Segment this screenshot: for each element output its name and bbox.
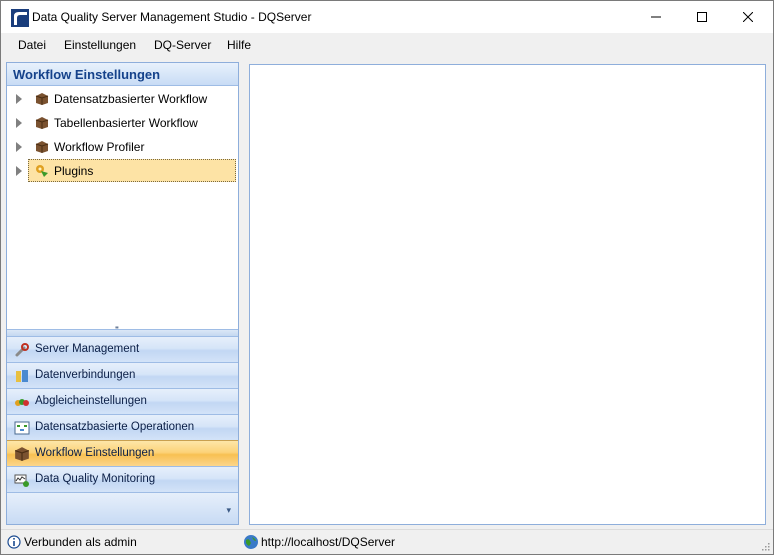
title-bar: Data Quality Server Management Studio - … bbox=[1, 1, 773, 33]
package-icon bbox=[35, 117, 49, 129]
wrench-icon bbox=[15, 343, 29, 357]
navigation-panel: Workflow Einstellungen Datensatzbasierte… bbox=[6, 62, 239, 525]
splitter-grip-icon: '''' bbox=[115, 325, 119, 335]
nav-data-quality-monitoring[interactable]: Data Quality Monitoring bbox=[7, 466, 238, 492]
minimize-button[interactable] bbox=[633, 1, 679, 33]
maximize-button[interactable] bbox=[679, 1, 725, 33]
operations-icon bbox=[14, 421, 30, 435]
nav-datensatzbasierte-operationen[interactable]: Datensatzbasierte Operationen bbox=[7, 414, 238, 440]
workflow-tree: Datensatzbasierter Workflow Tabellenbasi… bbox=[7, 87, 238, 329]
nav-server-management[interactable]: Server Management bbox=[7, 336, 238, 362]
globe-icon bbox=[244, 535, 258, 549]
compare-icon bbox=[15, 399, 29, 406]
menu-dq-server[interactable]: DQ-Server bbox=[154, 38, 211, 52]
expand-arrow-icon[interactable] bbox=[16, 166, 22, 176]
nav-workflow-einstellungen[interactable]: Workflow Einstellungen bbox=[7, 440, 238, 466]
menu-hilfe[interactable]: Hilfe bbox=[227, 38, 251, 52]
minimize-icon bbox=[651, 16, 661, 18]
expand-arrow-icon[interactable] bbox=[16, 142, 22, 152]
tree-item-label: Workflow Profiler bbox=[54, 140, 145, 154]
app-logo-icon bbox=[11, 9, 29, 27]
tree-item-label: Plugins bbox=[54, 164, 94, 178]
menu-datei[interactable]: Datei bbox=[18, 38, 46, 52]
main-content-area bbox=[249, 64, 766, 525]
nav-label: Server Management bbox=[35, 343, 140, 355]
tree-item-plugins[interactable]: Plugins bbox=[7, 159, 238, 183]
expand-arrow-icon[interactable] bbox=[16, 94, 22, 104]
nav-label: Datensatzbasierte Operationen bbox=[35, 421, 195, 433]
nav-label: Datenverbindungen bbox=[35, 369, 136, 381]
status-bar: Verbunden als admin http://localhost/DQS… bbox=[1, 529, 773, 554]
maximize-icon bbox=[697, 12, 707, 22]
expand-arrow-icon[interactable] bbox=[16, 118, 22, 128]
nav-label: Workflow Einstellungen bbox=[35, 447, 155, 459]
tree-item-label: Tabellenbasierter Workflow bbox=[54, 116, 198, 130]
package-icon bbox=[35, 141, 49, 153]
server-url: http://localhost/DQServer bbox=[261, 535, 396, 549]
plugins-icon bbox=[36, 165, 48, 177]
tree-item-label: Datensatzbasierter Workflow bbox=[54, 92, 208, 106]
nav-label: Abgleicheinstellungen bbox=[35, 395, 147, 407]
tree-item-tabellenbasierter-workflow[interactable]: Tabellenbasierter Workflow bbox=[7, 111, 238, 135]
chevron-down-icon[interactable]: ▾ bbox=[226, 505, 231, 516]
close-icon bbox=[743, 12, 753, 22]
database-icon bbox=[16, 370, 28, 382]
menu-einstellungen[interactable]: Einstellungen bbox=[64, 38, 136, 52]
nav-overflow-bar[interactable]: ▾ bbox=[7, 492, 238, 524]
panel-splitter[interactable]: '''' bbox=[7, 325, 238, 336]
menu-bar: Datei Einstellungen DQ-Server Hilfe bbox=[1, 33, 773, 58]
panel-title: Workflow Einstellungen bbox=[13, 67, 161, 82]
nav-datenverbindungen[interactable]: Datenverbindungen bbox=[7, 362, 238, 388]
close-button[interactable] bbox=[725, 1, 771, 33]
window-title: Data Quality Server Management Studio - … bbox=[32, 10, 312, 24]
tree-item-datensatzbasierter-workflow[interactable]: Datensatzbasierter Workflow bbox=[7, 87, 238, 111]
nav-label: Data Quality Monitoring bbox=[35, 473, 156, 485]
info-icon bbox=[7, 535, 21, 549]
panel-header: Workflow Einstellungen bbox=[7, 63, 238, 86]
tree-item-workflow-profiler[interactable]: Workflow Profiler bbox=[7, 135, 238, 159]
monitor-icon bbox=[14, 474, 29, 487]
connection-status: Verbunden als admin bbox=[24, 535, 137, 549]
package-icon bbox=[35, 93, 49, 105]
package-icon bbox=[14, 447, 30, 461]
app-window: Data Quality Server Management Studio - … bbox=[0, 0, 774, 555]
nav-abgleicheinstellungen[interactable]: Abgleicheinstellungen bbox=[7, 388, 238, 414]
resize-grip-icon[interactable] bbox=[760, 541, 770, 551]
